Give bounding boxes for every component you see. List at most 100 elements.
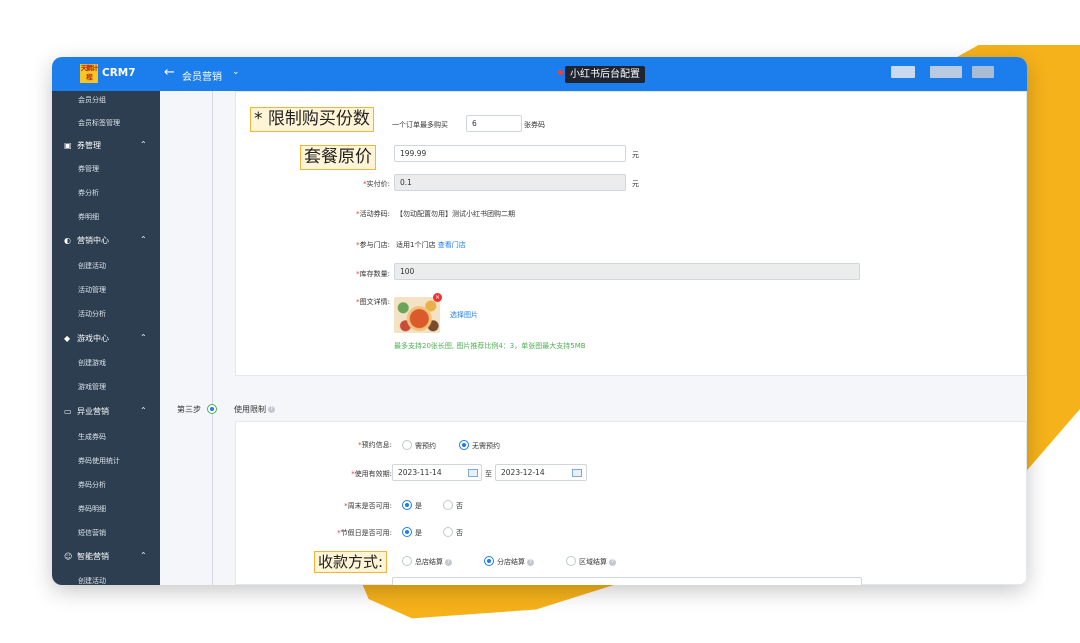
sidebar-item-generate-code[interactable]: 生成券码 bbox=[78, 432, 106, 442]
sidebar-group-coupon[interactable]: ▣ 券管理 bbox=[64, 140, 101, 151]
calendar-icon[interactable] bbox=[572, 469, 582, 477]
image-label: *图文详情: bbox=[356, 298, 390, 306]
sidebar-group-label: 异业营销 bbox=[77, 407, 109, 416]
sidebar-group-smart[interactable]: ☺ 智能营销 bbox=[64, 551, 109, 562]
view-stores-link[interactable]: 查看门店 bbox=[438, 241, 466, 249]
sidebar-item-coupon-analysis[interactable]: 券分析 bbox=[78, 188, 99, 198]
partial-input-below[interactable] bbox=[392, 577, 862, 585]
module-switcher[interactable]: 会员营销 bbox=[182, 68, 222, 83]
sidebar: 会员分组 会员标签管理 ▣ 券管理 ⌃ 券管理 券分析 券明细 ◐ 营销中心 ⌃ 创… bbox=[52, 91, 160, 585]
app-name: CRM7 bbox=[102, 67, 136, 79]
coupon-label: *活动券码: bbox=[356, 210, 390, 218]
ticket-icon: ▣ bbox=[64, 141, 72, 150]
booking-label: *预约信息: bbox=[358, 441, 392, 449]
sidebar-item-game-manage[interactable]: 游戏管理 bbox=[78, 382, 106, 392]
sidebar-item-code-analysis[interactable]: 券码分析 bbox=[78, 480, 106, 490]
chevron-down-icon[interactable]: ⌄ bbox=[232, 67, 240, 77]
store-info-redacted[interactable] bbox=[930, 66, 962, 78]
smart-icon: ☺ bbox=[64, 552, 73, 561]
holiday-no-text: 否 bbox=[456, 529, 463, 537]
sidebar-item-code-usage[interactable]: 券码使用统计 bbox=[78, 456, 120, 466]
chevron-up-icon[interactable]: ⌃ bbox=[140, 551, 147, 560]
holiday-label: *节假日是否可用: bbox=[337, 529, 392, 537]
sidebar-item-member-tag[interactable]: 会员标签管理 bbox=[78, 118, 120, 128]
chevron-up-icon[interactable]: ⌃ bbox=[140, 140, 147, 149]
sidebar-group-game[interactable]: ◆ 游戏中心 bbox=[64, 333, 109, 344]
limit-quantity-input[interactable]: 6 bbox=[466, 115, 522, 132]
help-icon[interactable]: ? bbox=[609, 558, 616, 566]
sidebar-item-sms[interactable]: 短信营销 bbox=[78, 528, 106, 538]
actual-price-unit: 元 bbox=[632, 180, 639, 188]
account-menu-redacted[interactable] bbox=[972, 66, 994, 78]
origin-price-unit: 元 bbox=[632, 151, 639, 159]
pay-head-office-radio[interactable] bbox=[402, 556, 412, 566]
weekend-no-text: 否 bbox=[456, 502, 463, 510]
arrow-left-icon[interactable]: ← bbox=[164, 65, 175, 80]
pay-branch-text: 分店结算? bbox=[497, 557, 534, 567]
chevron-up-icon[interactable]: ⌃ bbox=[140, 235, 147, 244]
game-icon: ◆ bbox=[64, 334, 71, 343]
date-separator: 至 bbox=[485, 470, 492, 478]
pay-region-text: 区域结算? bbox=[579, 557, 616, 567]
sidebar-group-partner[interactable]: ▭ 异业营销 bbox=[64, 406, 109, 417]
detail-image-thumbnail[interactable] bbox=[394, 297, 440, 333]
weekend-no-radio[interactable] bbox=[443, 500, 453, 510]
actual-price-input[interactable]: 0.1 bbox=[394, 174, 626, 191]
pay-branch-radio[interactable] bbox=[484, 556, 494, 566]
validity-label: *使用有效期: bbox=[351, 470, 392, 478]
pay-head-office-text: 总店结算? bbox=[415, 557, 452, 567]
booking-not-required-text: 无需预约 bbox=[472, 442, 500, 450]
actual-price-label: *实付价: bbox=[363, 180, 390, 188]
chevron-up-icon[interactable]: ⌃ bbox=[140, 406, 147, 415]
select-image-link[interactable]: 选择图片 bbox=[450, 310, 478, 320]
weekend-yes-radio[interactable] bbox=[402, 500, 412, 510]
pay-region-radio[interactable] bbox=[566, 556, 576, 566]
origin-price-input[interactable]: 199.99 bbox=[394, 145, 626, 162]
help-icon[interactable]: ? bbox=[445, 558, 452, 566]
calendar-icon[interactable] bbox=[468, 469, 478, 477]
help-icon[interactable]: ? bbox=[268, 406, 275, 413]
sidebar-group-label: 智能营销 bbox=[77, 552, 109, 561]
usage-limit-title: 使用限制? bbox=[234, 404, 275, 415]
stock-input[interactable]: 100 bbox=[394, 263, 860, 280]
partner-icon: ▭ bbox=[64, 407, 72, 416]
booking-required-radio[interactable] bbox=[402, 440, 412, 450]
user-info-redacted[interactable] bbox=[891, 66, 915, 78]
holiday-no-radio[interactable] bbox=[443, 527, 453, 537]
store-value: 适用1个门店 查看门店 bbox=[396, 241, 466, 249]
weekend-label: *周末是否可用: bbox=[344, 502, 392, 510]
booking-not-required-radio[interactable] bbox=[459, 440, 469, 450]
sidebar-item-create-activity-2[interactable]: 创建活动 bbox=[78, 576, 106, 585]
sidebar-item-create-game[interactable]: 创建游戏 bbox=[78, 358, 106, 368]
step-three-label: 第三步 bbox=[177, 405, 201, 414]
highlight-limit-purchase: * 限制购买份数 bbox=[250, 107, 374, 132]
sidebar-item-coupon-detail[interactable]: 券明细 bbox=[78, 212, 99, 222]
step-three-marker bbox=[207, 404, 217, 414]
highlight-payment-method: 收款方式: bbox=[314, 551, 388, 573]
limit-suffix-text: 张券码 bbox=[524, 121, 545, 129]
sidebar-item-create-activity[interactable]: 创建活动 bbox=[78, 261, 106, 271]
chevron-up-icon[interactable]: ⌃ bbox=[140, 333, 147, 342]
sidebar-group-label: 营销中心 bbox=[77, 236, 109, 245]
sidebar-group-label: 游戏中心 bbox=[77, 334, 109, 343]
step-timeline-line bbox=[212, 91, 213, 585]
close-icon[interactable]: × bbox=[433, 293, 442, 302]
top-navigation-bar: 天鹅计程 CRM7 ← 会员营销 ⌄ 小红书后台配置 bbox=[52, 57, 1027, 91]
sidebar-item-member-group[interactable]: 会员分组 bbox=[78, 95, 106, 105]
stock-label: *库存数量: bbox=[356, 270, 390, 278]
sidebar-item-activity-analysis[interactable]: 活动分析 bbox=[78, 309, 106, 319]
booking-required-text: 需预约 bbox=[415, 442, 436, 450]
highlight-origin-price: 套餐原价 bbox=[300, 145, 376, 170]
sidebar-item-code-detail[interactable]: 券码明细 bbox=[78, 504, 106, 514]
holiday-yes-text: 是 bbox=[415, 529, 422, 537]
image-upload-hint: 最多支持20张长图, 图片推荐比例4：3，单张图最大支持5MB bbox=[394, 342, 586, 350]
store-label: *参与门店: bbox=[356, 241, 390, 249]
sidebar-item-activity-manage[interactable]: 活动管理 bbox=[78, 285, 106, 295]
holiday-yes-radio[interactable] bbox=[402, 527, 412, 537]
limit-prefix-text: 一个订单最多购买 bbox=[392, 121, 448, 129]
page-title-tooltip: 小红书后台配置 bbox=[565, 66, 645, 83]
app-window: 天鹅计程 CRM7 ← 会员营销 ⌄ 小红书后台配置 会员分组 会员标签管理 ▣… bbox=[52, 57, 1027, 585]
sidebar-item-coupon-manage[interactable]: 券管理 bbox=[78, 164, 99, 174]
sidebar-group-marketing[interactable]: ◐ 营销中心 bbox=[64, 235, 109, 246]
help-icon[interactable]: ? bbox=[527, 558, 534, 566]
